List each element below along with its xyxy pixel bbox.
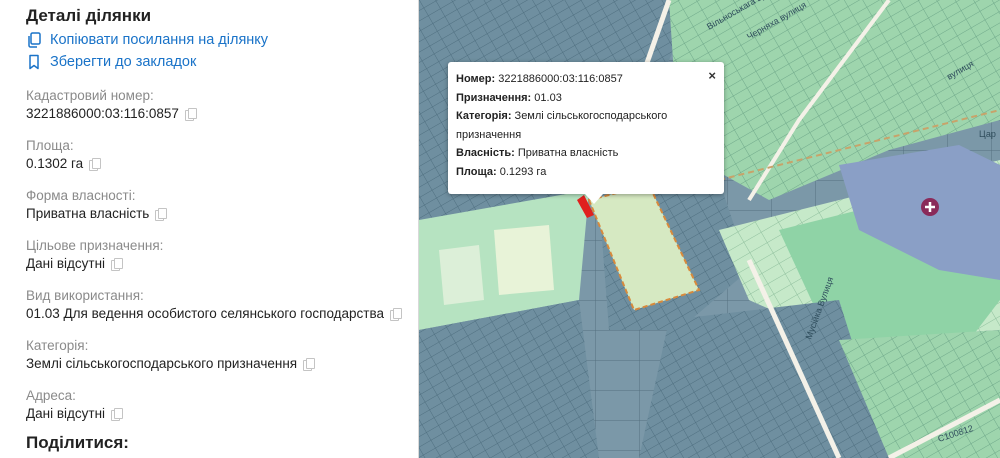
parcel-details-panel: Деталі ділянки Копіювати посилання на ді… [0,0,418,458]
open-field-west [439,245,484,305]
save-bookmark-label: Зберегти до закладок [50,54,197,70]
popup-row-ownership: Власність: Приватна власність [456,147,619,159]
field-value-cadastral: 3221886000:03:116:0857 [26,106,197,121]
popup-tip [585,194,603,204]
copy-link-button[interactable]: Копіювати посилання на ділянку [26,32,268,48]
close-icon[interactable]: × [708,67,716,86]
field-value-area: 0.1302 га [26,156,102,171]
copy-icon[interactable] [89,157,102,171]
copy-icon[interactable] [155,207,168,221]
field-label-category: Категорія: [26,338,89,353]
field-value-address: Дані відсутні [26,406,124,421]
field-label-cadastral: Кадастровий номер: [26,88,154,103]
panel-title: Деталі ділянки [26,6,152,25]
popup-row-category: Категорія: Землі сільськогосподарського [456,110,668,122]
bookmark-icon [29,54,39,70]
popup-row-number: Номер: 3221886000:03:116:0857 [456,73,623,85]
parcel-popup: × Номер: 3221886000:03:116:0857 Призначе… [448,62,724,194]
copy-icon[interactable] [184,107,197,121]
field-value-purpose: Дані відсутні [26,256,124,271]
copy-link-label: Копіювати посилання на ділянку [50,32,269,48]
share-heading: Поділитися: [26,433,129,452]
field-value-usage: 01.03 Для ведення особистого селянського… [26,306,403,321]
copy-icon[interactable] [390,307,403,321]
field-value-ownership: Приватна власність [26,206,168,221]
field-label-address: Адреса: [26,388,76,403]
copy-icon[interactable] [303,357,316,371]
copy-icon [28,32,41,48]
popup-row-category-cont: призначення [456,128,522,141]
popup-row-purpose: Призначення: 01.03 [456,91,562,104]
field-label-usage: Вид використання: [26,288,144,303]
save-bookmark-button[interactable]: Зберегти до закладок [26,54,196,70]
copy-icon[interactable] [111,407,124,421]
field-label-area: Площа: [26,138,74,153]
edge-label: Цар [979,129,996,139]
copy-icon[interactable] [111,257,124,271]
field-label-purpose: Цільове призначення: [26,238,164,253]
field-label-ownership: Форма власності: [26,188,136,203]
field-value-category: Землі сільськогосподарського призначення [26,356,316,371]
open-field-west-2 [494,225,554,295]
popup-row-area: Площа: 0.1293 га [456,165,547,178]
